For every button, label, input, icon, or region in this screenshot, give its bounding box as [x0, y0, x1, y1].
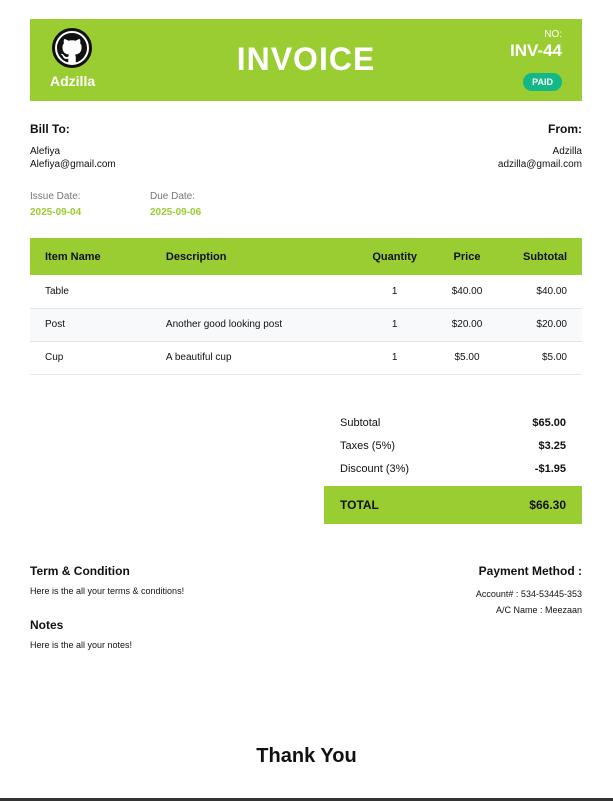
subtotal-value: $65.00: [532, 416, 566, 429]
tax-label: Taxes (5%): [340, 439, 396, 452]
terms-text: Here is the all your terms & conditions!: [30, 586, 185, 596]
item-price: $5.00: [432, 341, 502, 375]
from-section: From: Adzilla adzilla@gmail.com: [498, 122, 582, 171]
total-row: TOTAL $66.30: [324, 486, 582, 524]
terms-section: Term & Condition Here is the all your te…: [30, 564, 184, 596]
notes-text: Here is the all your notes!: [30, 640, 133, 650]
item-subtotal: $20.00: [502, 308, 582, 342]
item-price: $20.00: [432, 308, 502, 342]
bill-to-heading: Bill To:: [30, 122, 70, 136]
col-quantity: Quantity: [357, 238, 432, 275]
item-name: Post: [30, 308, 151, 342]
due-date: Due Date: 2025-09-06: [150, 191, 201, 218]
bill-to-name: Alefiya: [30, 146, 61, 157]
item-name: Table: [30, 275, 151, 309]
col-subtotal: Subtotal: [502, 238, 582, 275]
payment-account: Account# : 534-53445-353: [475, 589, 582, 599]
subtotal-row: Subtotal $65.00: [324, 411, 582, 434]
status-badge: PAID: [523, 73, 562, 91]
issue-date-value: 2025-09-04: [30, 207, 82, 218]
payment-account-name: A/C Name : Meezaan: [495, 605, 582, 615]
from-heading: From:: [548, 122, 582, 136]
item-description: A beautiful cup: [150, 341, 358, 375]
item-quantity: 1: [357, 308, 432, 342]
from-email: adzilla@gmail.com: [497, 159, 582, 170]
table-row: Table 1 $40.00 $40.00: [30, 275, 582, 309]
tax-value: $3.25: [538, 439, 566, 452]
notes-heading: Notes: [30, 618, 64, 632]
table-row: Post Another good looking post 1 $20.00 …: [30, 308, 582, 342]
issue-date: Issue Date: 2025-09-04: [30, 191, 81, 218]
total-value: $66.30: [529, 498, 566, 512]
item-name: Cup: [30, 341, 151, 375]
item-quantity: 1: [357, 341, 432, 375]
total-label: TOTAL: [340, 498, 379, 512]
table-row: Cup A beautiful cup 1 $5.00 $5.00: [30, 341, 582, 375]
due-date-value: 2025-09-06: [150, 207, 202, 218]
totals-section: Subtotal $65.00 Taxes (5%) $3.25 Discoun…: [324, 411, 582, 524]
discount-row: Discount (3%) -$1.95: [324, 457, 582, 480]
item-description: [150, 275, 358, 309]
items-table: Item Name Description Quantity Price Sub…: [30, 238, 582, 375]
item-subtotal: $5.00: [502, 341, 582, 375]
payment-section: Payment Method : Account# : 534-53445-35…: [476, 564, 582, 618]
thank-you-text: Thank You: [256, 745, 357, 767]
discount-value: -$1.95: [534, 462, 566, 475]
terms-heading: Term & Condition: [30, 564, 130, 578]
due-date-label: Due Date:: [150, 191, 196, 202]
notes-section: Notes Here is the all your notes!: [30, 618, 132, 650]
item-description: Another good looking post: [150, 308, 358, 342]
items-header-row: Item Name Description Quantity Price Sub…: [30, 238, 582, 275]
issue-date-label: Issue Date:: [30, 191, 81, 202]
subtotal-label: Subtotal: [340, 416, 381, 429]
bill-to-section: Bill To: Alefiya Alefiya@gmail.com: [30, 122, 116, 171]
bill-to-email: Alefiya@gmail.com: [30, 159, 116, 170]
payment-heading: Payment Method :: [478, 564, 582, 578]
item-subtotal: $40.00: [502, 275, 582, 309]
col-description: Description: [150, 238, 358, 275]
col-price: Price: [432, 238, 502, 275]
col-item-name: Item Name: [30, 238, 151, 275]
invoice-title: INVOICE: [236, 41, 376, 77]
discount-label: Discount (3%): [340, 462, 410, 475]
item-price: $40.00: [432, 275, 502, 309]
invoice-number: INV-44: [510, 41, 562, 60]
from-name: Adzilla: [552, 146, 582, 157]
invoice-no-label: NO:: [544, 29, 562, 40]
tax-row: Taxes (5%) $3.25: [324, 434, 582, 457]
item-quantity: 1: [357, 275, 432, 309]
invoice-header: Adzilla INVOICE NO: INV-44 PAID: [30, 19, 582, 101]
